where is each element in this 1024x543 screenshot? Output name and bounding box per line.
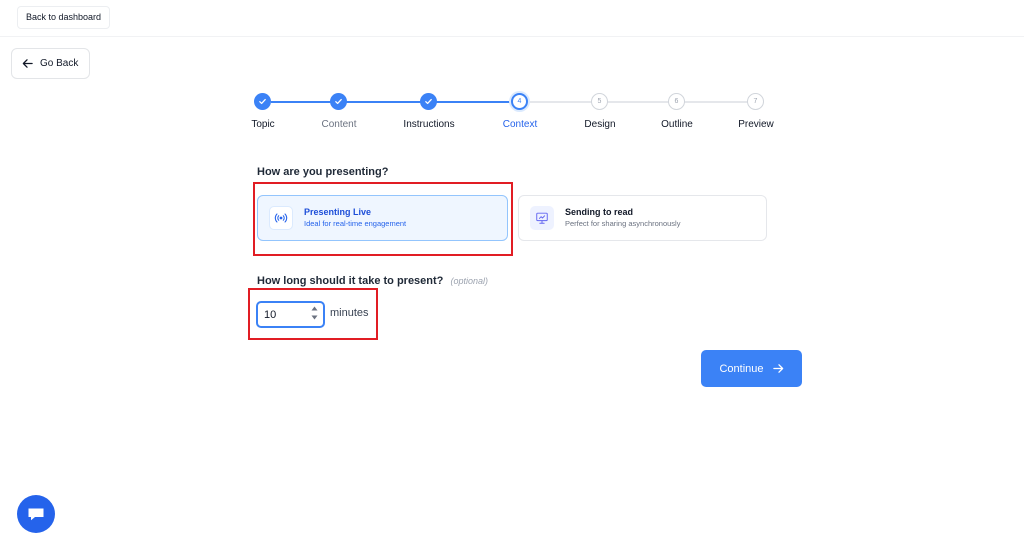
step-3-label: Instructions — [403, 119, 455, 130]
highlight-box-duration — [248, 288, 378, 340]
stepper-line-complete — [271, 101, 514, 103]
continue-button[interactable]: Continue — [701, 350, 802, 387]
optional-label: (optional) — [450, 276, 488, 286]
chat-support-button[interactable] — [17, 495, 55, 533]
continue-label: Continue — [719, 362, 764, 375]
step-1-dot[interactable] — [254, 93, 271, 110]
check-icon — [425, 98, 432, 105]
step-7-dot[interactable]: 7 — [747, 93, 764, 110]
progress-stepper: 4 5 6 7 Topic Content Instructions Conte… — [0, 0, 1024, 140]
step-2-label: Content — [321, 119, 357, 130]
chat-bubble-icon — [28, 508, 44, 521]
option-subtitle: Perfect for sharing asynchronously — [565, 219, 681, 228]
check-icon — [335, 98, 342, 105]
step-3-dot[interactable] — [420, 93, 437, 110]
arrow-right-icon — [772, 364, 783, 373]
step-6-dot[interactable]: 6 — [668, 93, 685, 110]
check-icon — [259, 98, 266, 105]
step-2-dot[interactable] — [330, 93, 347, 110]
stepper-line-remaining — [527, 101, 748, 103]
step-7-label: Preview — [738, 119, 774, 130]
highlight-box-presenting — [253, 182, 513, 256]
step-4-dot[interactable]: 4 — [511, 93, 528, 110]
presentation-screen-icon — [530, 206, 554, 230]
duration-question: How long should it take to present? (opt… — [257, 275, 488, 287]
option-sending-to-read[interactable]: Sending to read Perfect for sharing asyn… — [518, 195, 767, 241]
option-title: Sending to read — [565, 207, 634, 217]
presenting-question: How are you presenting? — [257, 166, 389, 178]
step-5-dot[interactable]: 5 — [591, 93, 608, 110]
duration-question-text: How long should it take to present? — [257, 275, 444, 287]
step-5-label: Design — [584, 119, 616, 130]
step-4-label: Context — [502, 119, 538, 130]
step-6-label: Outline — [661, 119, 693, 130]
step-1-label: Topic — [251, 119, 275, 130]
